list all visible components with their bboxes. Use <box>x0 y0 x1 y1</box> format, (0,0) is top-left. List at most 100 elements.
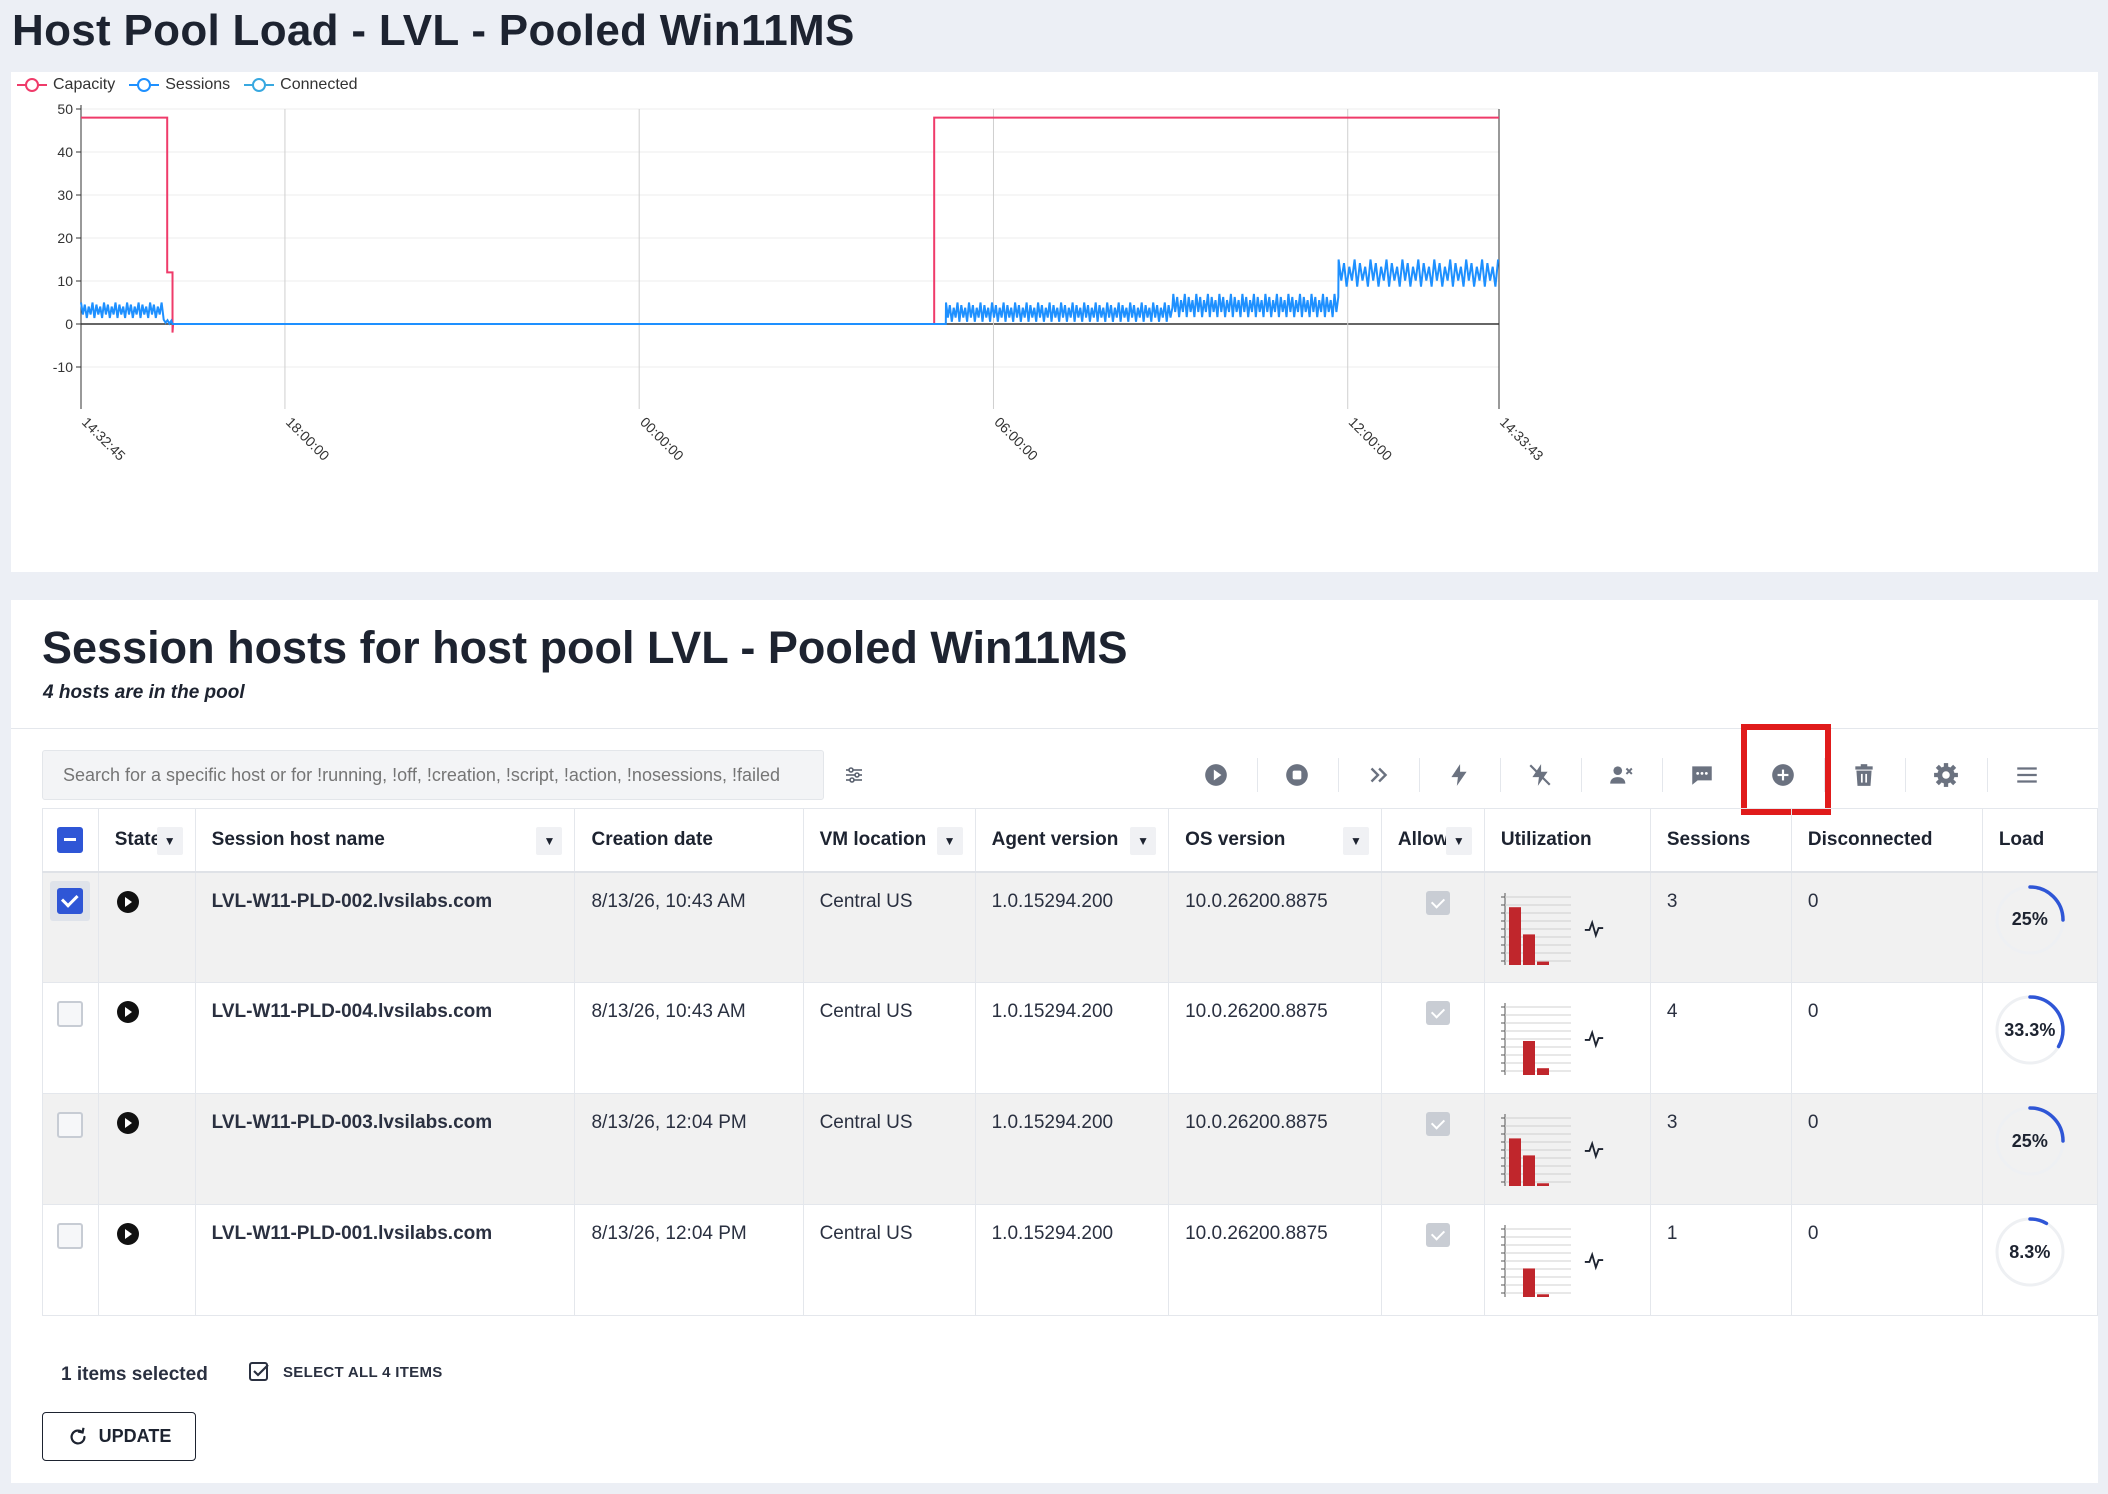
col-state[interactable]: State ▼ <box>97 808 196 873</box>
legend-connected[interactable]: Connected <box>244 76 358 94</box>
toolbar-separator <box>1499 758 1501 792</box>
row-select-cell[interactable] <box>42 1093 99 1205</box>
forward-button[interactable] <box>1353 750 1403 800</box>
delete-button[interactable] <box>1839 750 1889 800</box>
toolbar-separator <box>1580 758 1582 792</box>
pulse-icon[interactable] <box>1583 918 1605 940</box>
filter-os-icon[interactable]: ▼ <box>1342 827 1369 855</box>
toolbar-separator <box>1256 758 1258 792</box>
pulse-icon[interactable] <box>1583 1028 1605 1050</box>
col-agent[interactable]: Agent version ▼ <box>974 808 1170 873</box>
allow-checkbox[interactable] <box>1425 1112 1450 1136</box>
sessions-count: 1 <box>1649 1204 1792 1316</box>
row-select-cell[interactable] <box>42 1204 99 1316</box>
unpower-button[interactable] <box>1515 750 1565 800</box>
table-header-row: State ▼ Session host name ▼ Creation date … <box>42 808 2099 873</box>
page-title: Host Pool Load - LVL - Pooled Win11MS <box>12 6 855 55</box>
table-row[interactable]: LVL-W11-PLD-002.lvsilabs.com 8/13/26, 10… <box>42 871 2099 983</box>
table-row[interactable]: LVL-W11-PLD-001.lvsilabs.com 8/13/26, 12… <box>42 1204 2099 1316</box>
filter-allow-icon[interactable]: ▼ <box>1445 827 1472 855</box>
vm-location: Central US <box>802 1204 976 1316</box>
power-button[interactable] <box>1434 750 1484 800</box>
table-row[interactable]: LVL-W11-PLD-004.lvsilabs.com 8/13/26, 10… <box>42 982 2099 1094</box>
filter-name-icon[interactable]: ▼ <box>536 827 563 855</box>
load-cell: 25% <box>1981 1093 2099 1205</box>
agent-version: 1.0.15294.200 <box>974 871 1170 983</box>
row-checkbox[interactable] <box>57 1112 84 1138</box>
checkbox-check-icon <box>249 1362 269 1381</box>
col-name[interactable]: Session host name ▼ <box>194 808 576 873</box>
pulse-icon[interactable] <box>1583 1139 1605 1161</box>
col-load[interactable]: Load <box>1981 808 2099 873</box>
col-sessions[interactable]: Sessions <box>1649 808 1792 873</box>
load-cell: 8.3% <box>1981 1204 2099 1316</box>
hosts-subtitle: 4 hosts are in the pool <box>43 682 245 703</box>
allow-checkbox[interactable] <box>1425 890 1450 915</box>
running-state-icon[interactable] <box>116 1001 139 1023</box>
disconnected-count: 0 <box>1790 982 1983 1094</box>
select-all-items-button[interactable]: SELECT ALL 4 ITEMS <box>247 1360 443 1384</box>
update-button[interactable]: UPDATE <box>42 1412 196 1461</box>
col-state-label: State <box>114 828 162 850</box>
col-location[interactable]: VM location ▼ <box>802 808 976 873</box>
filter-state-icon[interactable]: ▼ <box>156 827 183 855</box>
host-name[interactable]: LVL-W11-PLD-002.lvsilabs.com <box>194 871 576 983</box>
host-search-input[interactable] <box>42 750 824 800</box>
legend-sessions[interactable]: Sessions <box>129 76 230 94</box>
toolbar-separator <box>1661 758 1663 792</box>
session-hosts-table: State ▼ Session host name ▼ Creation date … <box>42 808 2099 1316</box>
power-icon <box>1451 764 1467 786</box>
delete-icon <box>1855 764 1873 786</box>
message-button[interactable] <box>1677 750 1727 800</box>
running-state-icon[interactable] <box>116 1223 139 1245</box>
state-cell[interactable] <box>97 1093 196 1205</box>
legend-capacity[interactable]: Capacity <box>17 76 115 94</box>
col-utilization[interactable]: Utilization <box>1483 808 1651 873</box>
allow-checkbox[interactable] <box>1425 1223 1450 1247</box>
toolbar-separator <box>1337 758 1339 792</box>
col-os[interactable]: OS version ▼ <box>1168 808 1382 873</box>
allow-cell <box>1380 982 1485 1094</box>
row-checkbox[interactable] <box>57 1001 84 1027</box>
state-cell[interactable] <box>97 1204 196 1316</box>
state-cell[interactable] <box>97 982 196 1094</box>
row-checkbox[interactable] <box>57 887 84 914</box>
user-remove-button[interactable] <box>1596 750 1646 800</box>
table-row[interactable]: LVL-W11-PLD-003.lvsilabs.com 8/13/26, 12… <box>42 1093 2099 1205</box>
sessions-count: 3 <box>1649 871 1792 983</box>
row-select-cell[interactable] <box>42 871 99 983</box>
legend-label-sessions: Sessions <box>165 76 231 93</box>
utilization-bar <box>1522 1041 1535 1075</box>
row-select-cell[interactable] <box>42 982 99 1094</box>
pulse-icon[interactable] <box>1583 1250 1605 1272</box>
x-tick-label: 12:00:00 <box>1346 414 1396 464</box>
load-chart-svg: 50 40 30 20 10 0 -10 14:32:45 18:00:00 00:00:00 06… <box>53 101 1547 464</box>
creation-date: 8/13/26, 12:04 PM <box>574 1093 804 1205</box>
running-state-icon[interactable] <box>116 1112 139 1134</box>
refresh-icon <box>70 1427 86 1445</box>
row-checkbox[interactable] <box>57 1223 84 1249</box>
start-button[interactable] <box>1191 750 1241 800</box>
running-state-icon[interactable] <box>116 890 139 913</box>
filter-agent-icon[interactable]: ▼ <box>1130 827 1157 855</box>
host-name[interactable]: LVL-W11-PLD-004.lvsilabs.com <box>194 982 576 1094</box>
col-creation[interactable]: Creation date <box>574 808 804 873</box>
load-gauge: 25% <box>1993 1104 2067 1178</box>
allow-cell <box>1380 1204 1485 1316</box>
utilization-bar <box>1522 1268 1535 1297</box>
select-all-checkbox[interactable] <box>57 826 84 853</box>
x-tick-label: 18:00:00 <box>283 414 333 464</box>
col-allow[interactable]: Allow ▼ <box>1380 808 1485 873</box>
host-name[interactable]: LVL-W11-PLD-001.lvsilabs.com <box>194 1204 576 1316</box>
menu-button[interactable] <box>2002 750 2052 800</box>
filter-location-icon[interactable]: ▼ <box>936 827 963 855</box>
stop-button[interactable] <box>1272 750 1322 800</box>
filter-settings-icon[interactable] <box>841 762 867 788</box>
allow-checkbox[interactable] <box>1425 1001 1450 1025</box>
select-all-header[interactable] <box>42 808 99 873</box>
col-disconnected[interactable]: Disconnected <box>1790 808 1983 873</box>
y-tick-label: 50 <box>57 101 73 117</box>
host-name[interactable]: LVL-W11-PLD-003.lvsilabs.com <box>194 1093 576 1205</box>
settings-button[interactable] <box>1921 750 1971 800</box>
state-cell[interactable] <box>97 871 196 983</box>
